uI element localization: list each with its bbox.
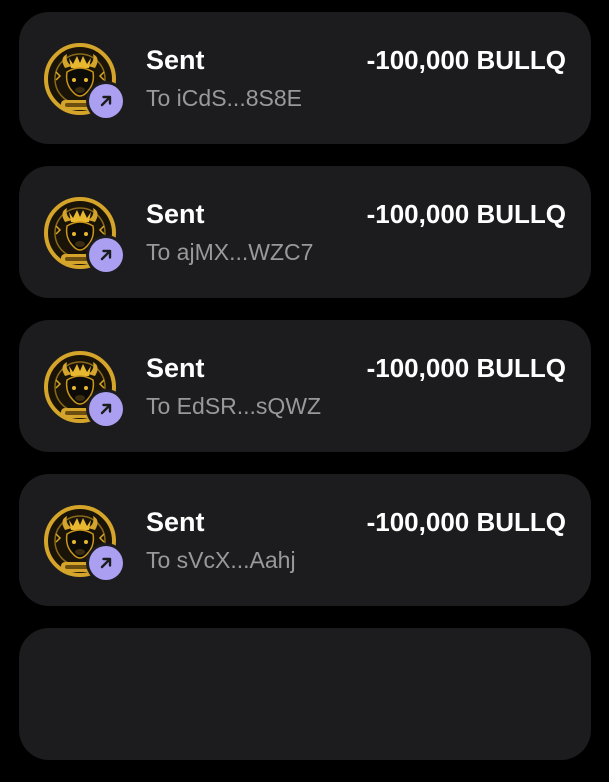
arrow-up-right-icon xyxy=(100,557,112,569)
transaction-item[interactable]: Sent To EdSR...sQWZ -100,000 BULLQ xyxy=(19,320,591,452)
transaction-title: Sent xyxy=(146,507,205,537)
transaction-item[interactable]: Sent To ajMX...WZC7 -100,000 BULLQ xyxy=(19,166,591,298)
transaction-counterparty: To EdSR...sQWZ xyxy=(146,393,322,419)
token-avatar xyxy=(43,42,123,118)
transaction-counterparty: To ajMX...WZC7 xyxy=(146,239,314,265)
token-avatar xyxy=(43,350,123,426)
transaction-title: Sent xyxy=(146,199,205,229)
transaction-counterparty: To iCdS...8S8E xyxy=(146,85,302,111)
transaction-counterparty: To sVcX...Aahj xyxy=(146,547,296,573)
transaction-item[interactable]: Sent To iCdS...8S8E -100,000 BULLQ xyxy=(19,12,591,144)
transaction-amount: -100,000 BULLQ xyxy=(366,45,566,75)
token-avatar xyxy=(43,504,123,580)
transaction-title: Sent xyxy=(146,353,205,383)
transaction-item[interactable]: Sent To sVcX...Aahj -100,000 BULLQ xyxy=(19,474,591,606)
transaction-item-partial[interactable] xyxy=(19,628,591,760)
arrow-up-right-icon xyxy=(100,95,112,107)
transaction-amount: -100,000 BULLQ xyxy=(366,353,566,383)
sent-badge xyxy=(89,546,123,580)
transaction-amount: -100,000 BULLQ xyxy=(366,507,566,537)
arrow-up-right-icon xyxy=(100,249,112,261)
sent-badge xyxy=(89,238,123,272)
sent-badge xyxy=(89,392,123,426)
transaction-title: Sent xyxy=(146,45,205,75)
transaction-list: Sent To iCdS...8S8E -100,000 BULLQ Sent … xyxy=(19,12,591,782)
transaction-amount: -100,000 BULLQ xyxy=(366,199,566,229)
token-avatar xyxy=(43,196,123,272)
sent-badge xyxy=(89,84,123,118)
arrow-up-right-icon xyxy=(100,403,112,415)
